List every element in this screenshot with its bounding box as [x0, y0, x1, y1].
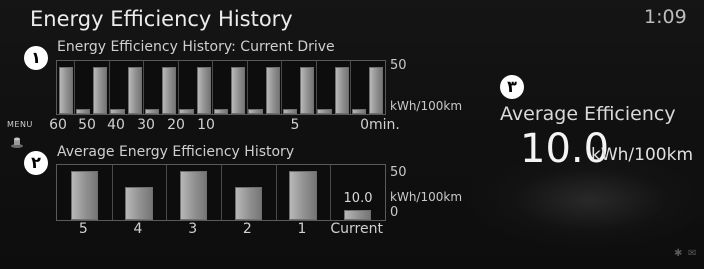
average-history-xtick: 2	[242, 221, 252, 237]
current-drive-bar	[300, 66, 315, 114]
menu-label[interactable]: MENU	[7, 120, 33, 129]
current-drive-xtick: 40	[107, 117, 125, 133]
average-history-xtick: 4	[133, 221, 143, 237]
current-drive-bar	[248, 109, 263, 114]
current-drive-bar	[127, 66, 142, 114]
current-drive-bar	[282, 109, 298, 114]
section-badge-3: ٣	[500, 75, 524, 99]
average-efficiency-label: Average Efficiency	[500, 103, 676, 125]
signal-icon: ✉	[688, 248, 697, 259]
average-history-bar	[70, 171, 98, 220]
average-history-xtick: 3	[188, 221, 198, 237]
clock: 1:09	[644, 6, 687, 28]
grid-divider	[143, 61, 145, 114]
average-history-bar	[125, 187, 153, 220]
current-drive-xtick: 5	[290, 117, 300, 133]
grid-divider	[315, 61, 317, 114]
grid-divider	[246, 61, 248, 114]
page-title: Energy Efficiency History	[30, 7, 293, 31]
average-history-bar	[180, 171, 208, 220]
average-efficiency-unit: kWh/100km	[591, 145, 694, 165]
grid-divider	[212, 61, 214, 114]
average-history-title: Average Energy Efficiency History	[57, 144, 295, 160]
section-badge-1: ١	[24, 46, 48, 70]
current-drive-bar	[213, 109, 229, 114]
current-drive-xtick: 20	[167, 117, 185, 133]
average-history-bar	[234, 187, 262, 220]
grid-divider	[330, 165, 332, 220]
average-history-chart	[56, 164, 386, 221]
energy-efficiency-screen: Energy Efficiency History 1:09 ١ Energy …	[0, 0, 704, 269]
bluetooth-icon: ✱	[674, 248, 683, 259]
current-drive-xtick: 50	[78, 117, 96, 133]
current-drive-bar	[58, 66, 73, 114]
grid-divider	[177, 61, 179, 114]
average-history-ymax: 50	[390, 165, 407, 180]
grid-divider	[350, 61, 352, 114]
current-drive-bar	[196, 66, 211, 114]
average-history-xtick: Current	[330, 221, 383, 237]
current-drive-bar	[265, 66, 280, 114]
grid-divider	[275, 165, 277, 220]
current-drive-bar	[93, 66, 108, 114]
current-drive-bar	[231, 66, 246, 114]
current-drive-xtick: 60	[49, 117, 67, 133]
current-value-label: 10.0	[343, 191, 373, 206]
average-history-bar	[289, 171, 317, 220]
current-drive-bar	[162, 66, 177, 114]
current-drive-unit: kWh/100km	[390, 99, 463, 113]
current-drive-bar	[334, 66, 349, 114]
grid-divider	[74, 61, 76, 114]
current-drive-bar	[317, 109, 332, 114]
average-history-bar	[344, 209, 372, 220]
average-history-xtick: 1	[297, 221, 307, 237]
current-drive-ymax: 50	[390, 58, 407, 73]
section-badge-2: ٢	[24, 151, 48, 175]
current-drive-bar	[369, 66, 384, 114]
joystick-icon[interactable]	[10, 136, 24, 148]
current-drive-bar	[179, 109, 194, 114]
grid-divider	[166, 165, 168, 220]
current-drive-xtick: 0min.	[360, 117, 400, 133]
current-drive-title: Energy Efficiency History: Current Drive	[57, 39, 335, 55]
average-history-ymin: 0	[390, 205, 399, 220]
current-drive-bar	[110, 109, 125, 114]
grid-divider	[111, 165, 113, 220]
current-drive-bar	[144, 109, 160, 114]
grid-divider	[108, 61, 110, 114]
current-drive-xtick: 30	[137, 117, 155, 133]
current-drive-xtick: 10	[197, 117, 215, 133]
current-drive-chart	[56, 60, 386, 115]
average-history-xtick: 5	[78, 221, 88, 237]
grid-divider	[281, 61, 283, 114]
current-drive-bar	[351, 109, 367, 114]
grid-divider	[221, 165, 222, 220]
current-drive-bar	[75, 109, 90, 114]
average-history-unit: kWh/100km	[390, 190, 463, 204]
